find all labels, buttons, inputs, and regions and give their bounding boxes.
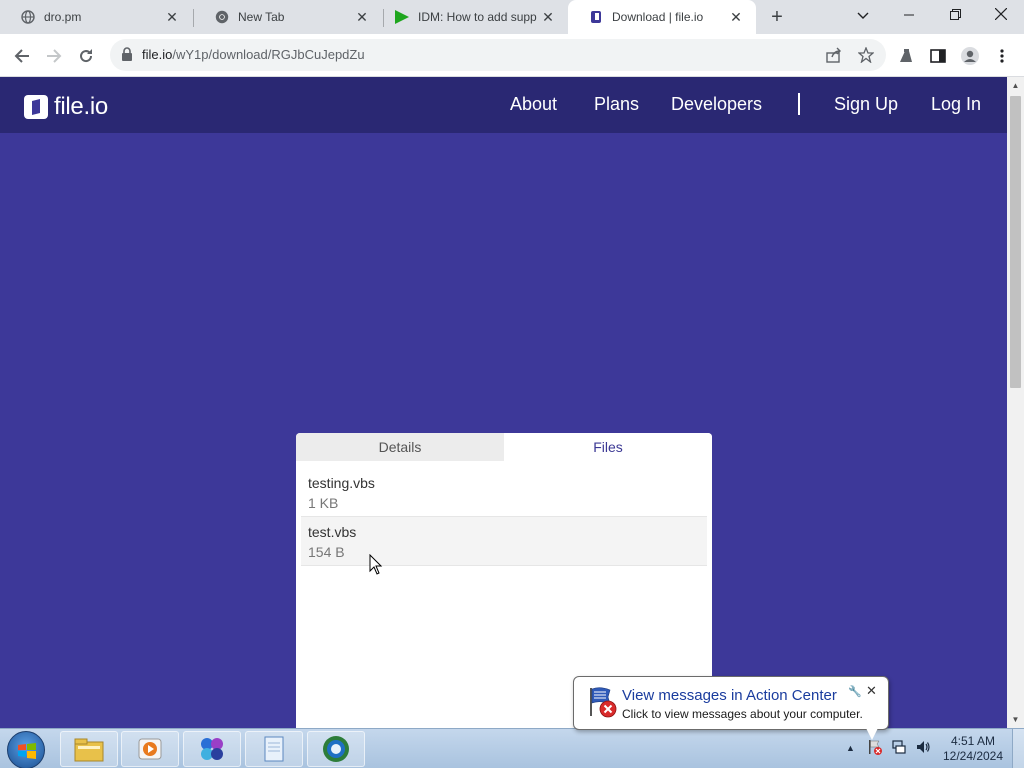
url-text: file.io/wY1p/download/RGJbCuJepdZu [142,47,365,62]
network-icon[interactable] [891,739,907,755]
tab-close-icon[interactable]: ✕ [354,9,370,25]
close-window-button[interactable] [978,0,1024,30]
file-list-item[interactable]: testing.vbs 1 KB [301,468,707,517]
restore-button[interactable] [932,0,978,30]
balloon-close-icon[interactable]: ✕ [866,683,877,699]
tab-files[interactable]: Files [504,433,712,461]
nav-about[interactable]: About [510,94,557,115]
side-panel-icon[interactable] [924,42,952,70]
file-list-item[interactable]: test.vbs 154 B [301,517,707,566]
forward-button[interactable] [40,42,68,70]
file-name: testing.vbs [308,475,375,491]
address-bar[interactable]: file.io/wY1p/download/RGJbCuJepdZu [110,39,886,71]
show-hidden-icons-icon[interactable]: ▲ [846,743,855,753]
balloon-text: Click to view messages about your comput… [622,707,863,721]
logo-text: file.io [54,93,108,120]
tab-title: Download | file.io [612,10,704,24]
clock-date: 12/24/2024 [942,749,1004,763]
url-path: /wY1p/download/RGJbCuJepdZu [172,47,365,62]
notepad-icon [264,736,284,762]
volume-icon[interactable] [915,739,931,755]
windows-logo-icon [18,743,36,759]
tab-new-tab[interactable]: New Tab ✕ [194,0,382,34]
tab-title: New Tab [238,10,285,24]
action-center-flag-icon[interactable] [867,739,883,755]
scroll-down-arrow-icon[interactable]: ▼ [1007,711,1024,728]
page-scrollbar[interactable]: ▲ ▼ [1007,77,1024,728]
chrome-icon [214,9,230,25]
scroll-up-arrow-icon[interactable]: ▲ [1007,77,1024,94]
action-center-flag-icon [590,687,617,718]
balloon-tail [866,728,878,740]
nav-log-in[interactable]: Log In [931,94,981,115]
idm-play-icon [394,9,410,25]
show-desktop-button[interactable] [1012,729,1024,768]
url-host: file.io [142,47,173,62]
wrench-icon[interactable]: 🔧 [848,685,862,698]
file-size: 1 KB [308,495,339,511]
browser-icon [323,736,349,762]
bookmark-star-icon[interactable] [856,45,876,65]
taskbar-browser[interactable] [307,731,365,767]
page-content: file.io About Plans Developers Sign Up L… [0,77,1007,728]
file-size: 154 B [308,544,345,560]
profile-avatar-icon[interactable] [956,42,984,70]
fileio-icon [588,9,604,25]
taskbar-media-player[interactable] [121,731,179,767]
tab-title: IDM: How to add supp [418,10,537,24]
tab-close-icon[interactable]: ✕ [540,9,556,25]
fileio-logo-icon [24,95,48,119]
globe-icon [20,9,36,25]
nav-divider [798,93,800,115]
tab-details[interactable]: Details [296,433,504,461]
clock-time: 4:51 AM [950,734,996,748]
site-logo[interactable]: file.io [24,93,108,121]
file-explorer-icon [74,738,104,762]
taskbar-clock[interactable]: 4:51 AM 12/24/2024 [938,734,1008,764]
screen: dro.pm ✕ New Tab ✕ IDM: How to add supp … [0,0,1024,768]
tab-search-chevron-icon[interactable] [840,0,886,30]
taskbar-notepad[interactable] [245,731,303,767]
tab-download-fileio[interactable]: Download | file.io ✕ [568,0,756,34]
tab-idm[interactable]: IDM: How to add supp ✕ [374,0,568,34]
menu-kebab-icon[interactable] [988,42,1016,70]
extension-icon[interactable] [892,42,920,70]
minimize-button[interactable] [886,0,932,30]
site-navbar: file.io About Plans Developers Sign Up L… [0,77,1007,133]
share-icon[interactable] [824,45,844,65]
nav-plans[interactable]: Plans [594,94,639,115]
nav-developers[interactable]: Developers [671,94,762,115]
tab-strip: dro.pm ✕ New Tab ✕ IDM: How to add supp … [0,0,1024,34]
browser-toolbar: file.io/wY1p/download/RGJbCuJepdZu [0,34,1024,77]
new-tab-button[interactable]: + [766,6,788,28]
start-button[interactable] [7,731,45,768]
file-name: test.vbs [308,524,357,540]
taskbar-file-explorer[interactable] [60,731,118,767]
scroll-thumb[interactable] [1010,96,1021,388]
balloon-title[interactable]: View messages in Action Center [622,687,837,704]
media-player-icon [138,738,162,760]
tab-dro-pm[interactable]: dro.pm ✕ [0,0,192,34]
back-button[interactable] [8,42,36,70]
lock-icon[interactable] [121,47,135,63]
tab-title: dro.pm [44,10,82,24]
mouse-cursor-icon [369,554,383,575]
app-icon [201,738,223,760]
tab-close-icon[interactable]: ✕ [164,9,180,25]
nav-sign-up[interactable]: Sign Up [834,94,898,115]
tab-close-icon[interactable]: ✕ [728,9,744,25]
reload-button[interactable] [72,42,100,70]
action-center-balloon[interactable]: View messages in Action Center Click to … [573,676,889,730]
taskbar-app[interactable] [183,731,241,767]
